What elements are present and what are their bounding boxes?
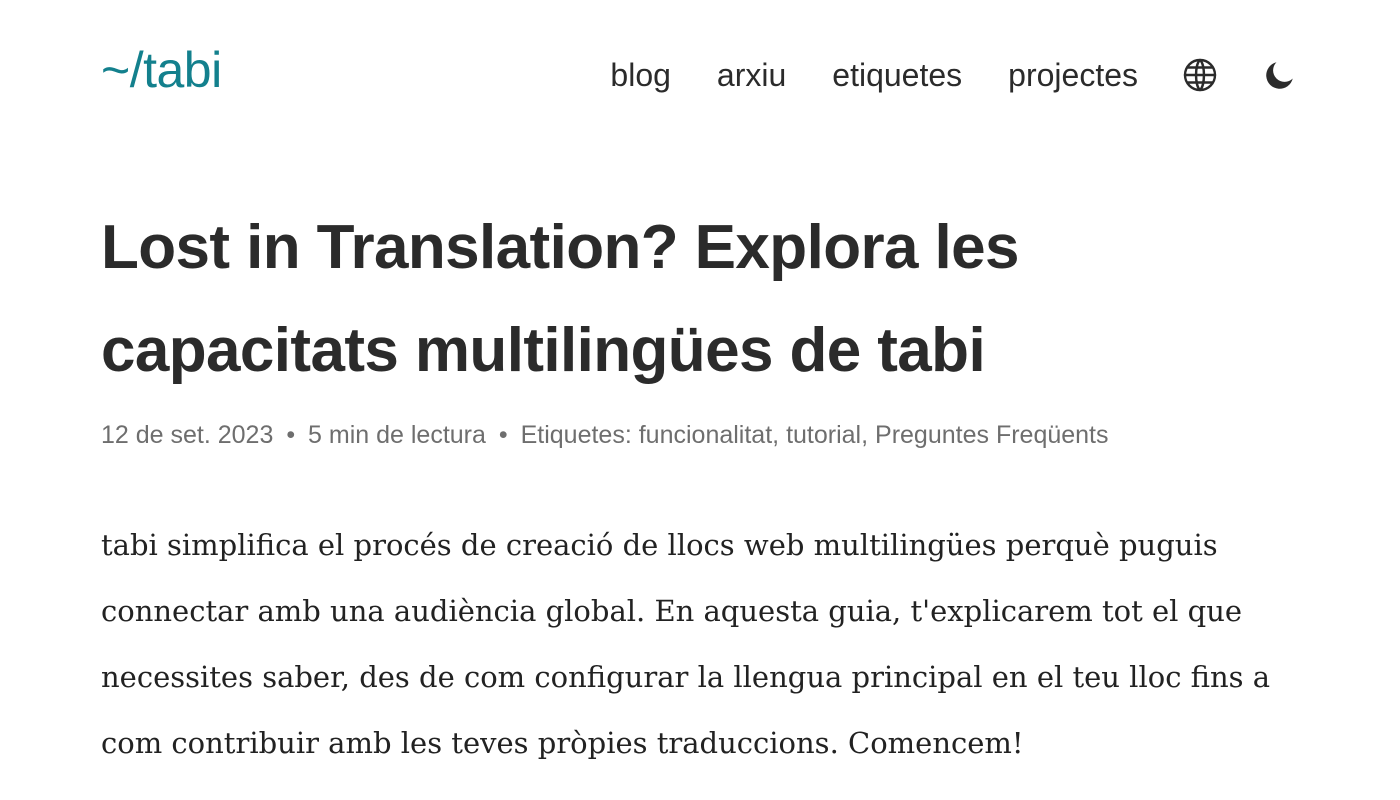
tag-link-tutorial[interactable]: tutorial	[786, 421, 861, 449]
tag-link-funcionalitat[interactable]: funcionalitat	[639, 421, 772, 449]
meta-separator: •	[498, 421, 508, 449]
reading-time: 5 min de lectura	[308, 421, 486, 449]
theme-toggle-button[interactable]	[1260, 55, 1300, 95]
post-meta: 12 de set. 2023 • 5 min de lectura • Eti…	[101, 418, 1311, 452]
nav-link-blog[interactable]: blog	[610, 50, 671, 100]
site-header: ~/tabi blog arxiu etiquetes projectes	[0, 0, 1400, 150]
language-switcher-button[interactable]	[1180, 55, 1220, 95]
moon-icon	[1266, 62, 1293, 89]
tags-label: Etiquetes:	[520, 421, 632, 449]
tag-separator: ,	[772, 421, 787, 449]
globe-icon	[1183, 58, 1217, 92]
site-logo-link[interactable]: ~/tabi	[101, 38, 222, 102]
article: Lost in Translation? Explora les capacit…	[101, 196, 1311, 800]
intro-paragraph: tabi simplifica el procés de creació de …	[101, 528, 1271, 760]
nav-link-etiquetes[interactable]: etiquetes	[832, 50, 962, 100]
nav-link-projectes[interactable]: projectes	[1008, 50, 1138, 100]
tag-separator: ,	[861, 421, 876, 449]
post-date: 12 de set. 2023	[101, 421, 274, 449]
nav-link-arxiu[interactable]: arxiu	[717, 50, 786, 100]
tag-link-preguntes-frequents[interactable]: Preguntes Freqüents	[875, 421, 1108, 449]
main-nav: blog arxiu etiquetes projectes	[610, 50, 1300, 100]
page-title: Lost in Translation? Explora les capacit…	[101, 213, 1019, 385]
meta-separator: •	[286, 421, 296, 449]
